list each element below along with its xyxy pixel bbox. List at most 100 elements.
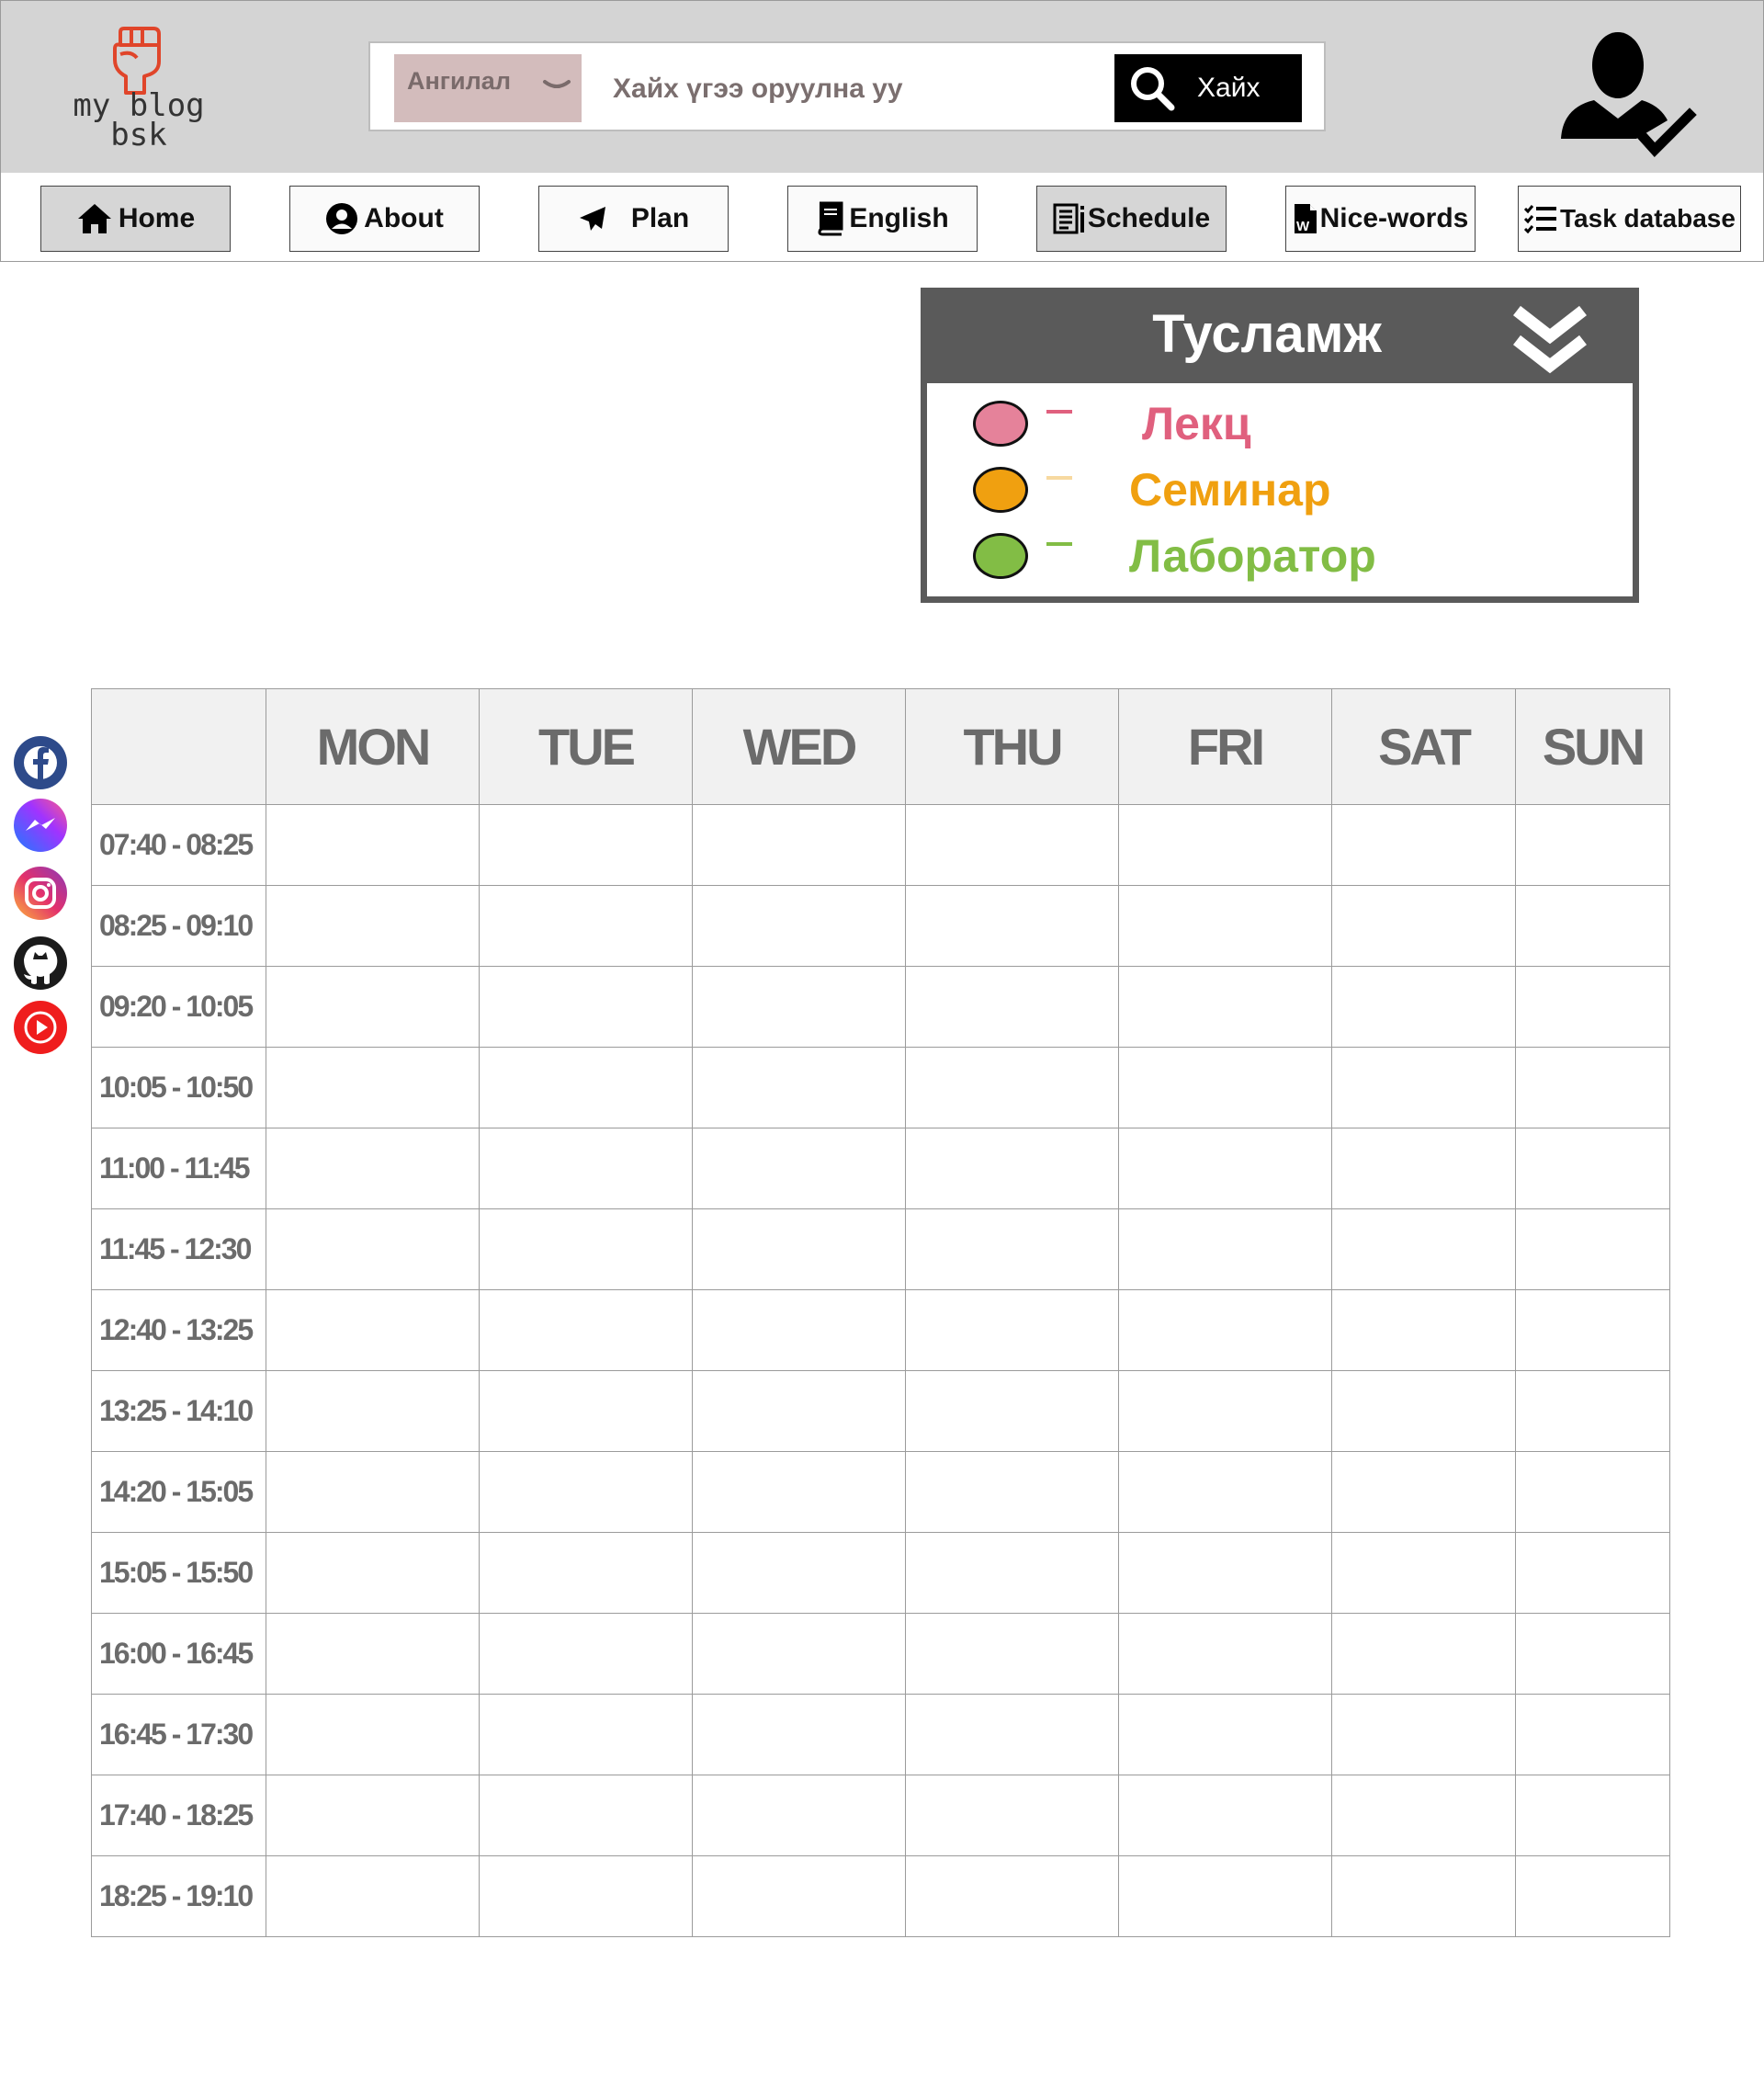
schedule-cell[interactable] (266, 1613, 480, 1695)
schedule-cell[interactable] (1331, 1128, 1516, 1209)
schedule-cell[interactable] (1515, 1694, 1670, 1775)
schedule-cell[interactable] (1515, 1451, 1670, 1533)
schedule-cell[interactable] (1118, 1613, 1332, 1695)
schedule-cell[interactable] (479, 1775, 693, 1856)
schedule-cell[interactable] (479, 1208, 693, 1290)
schedule-cell[interactable] (266, 1855, 480, 1937)
schedule-cell[interactable] (1515, 966, 1670, 1048)
schedule-cell[interactable] (1515, 1532, 1670, 1614)
schedule-cell[interactable] (1331, 1370, 1516, 1452)
nav-item-task-database[interactable]: Task database (1518, 186, 1741, 252)
schedule-cell[interactable] (1515, 1208, 1670, 1290)
schedule-cell[interactable] (479, 1855, 693, 1937)
schedule-cell[interactable] (1118, 1775, 1332, 1856)
schedule-cell[interactable] (692, 804, 906, 886)
schedule-cell[interactable] (905, 1047, 1119, 1128)
schedule-cell[interactable] (1331, 885, 1516, 967)
schedule-cell[interactable] (692, 1370, 906, 1452)
schedule-cell[interactable] (266, 1208, 480, 1290)
schedule-cell[interactable] (266, 1451, 480, 1533)
schedule-cell[interactable] (905, 1370, 1119, 1452)
schedule-cell[interactable] (1331, 966, 1516, 1048)
schedule-cell[interactable] (1118, 1532, 1332, 1614)
schedule-cell[interactable] (692, 1208, 906, 1290)
schedule-cell[interactable] (692, 1775, 906, 1856)
schedule-cell[interactable] (1515, 1289, 1670, 1371)
schedule-cell[interactable] (1515, 1128, 1670, 1209)
nav-item-schedule[interactable]: Schedule (1036, 186, 1227, 252)
schedule-cell[interactable] (266, 1289, 480, 1371)
schedule-cell[interactable] (905, 1208, 1119, 1290)
schedule-cell[interactable] (266, 1694, 480, 1775)
schedule-cell[interactable] (905, 966, 1119, 1048)
schedule-cell[interactable] (266, 1128, 480, 1209)
schedule-cell[interactable] (1515, 1775, 1670, 1856)
schedule-cell[interactable] (1118, 966, 1332, 1048)
schedule-cell[interactable] (1515, 804, 1670, 886)
schedule-cell[interactable] (1118, 1289, 1332, 1371)
schedule-cell[interactable] (1515, 1613, 1670, 1695)
nav-item-home[interactable]: Home (40, 186, 231, 252)
schedule-cell[interactable] (266, 1775, 480, 1856)
schedule-cell[interactable] (905, 804, 1119, 886)
schedule-cell[interactable] (1118, 1451, 1332, 1533)
schedule-cell[interactable] (1118, 1855, 1332, 1937)
schedule-cell[interactable] (905, 1532, 1119, 1614)
schedule-cell[interactable] (1515, 1047, 1670, 1128)
schedule-cell[interactable] (266, 1370, 480, 1452)
schedule-cell[interactable] (266, 1047, 480, 1128)
schedule-cell[interactable] (905, 1855, 1119, 1937)
schedule-cell[interactable] (905, 885, 1119, 967)
schedule-cell[interactable] (479, 1047, 693, 1128)
schedule-cell[interactable] (692, 1694, 906, 1775)
schedule-cell[interactable] (905, 1451, 1119, 1533)
schedule-cell[interactable] (479, 1128, 693, 1209)
schedule-cell[interactable] (266, 885, 480, 967)
schedule-cell[interactable] (692, 1532, 906, 1614)
schedule-cell[interactable] (1515, 1855, 1670, 1937)
schedule-cell[interactable] (479, 1613, 693, 1695)
schedule-cell[interactable] (1118, 1047, 1332, 1128)
schedule-cell[interactable] (1331, 1532, 1516, 1614)
instagram-icon[interactable] (13, 866, 68, 921)
schedule-cell[interactable] (266, 1532, 480, 1614)
schedule-cell[interactable] (1118, 1370, 1332, 1452)
schedule-cell[interactable] (266, 804, 480, 886)
schedule-cell[interactable] (1118, 1208, 1332, 1290)
messenger-icon[interactable] (13, 798, 68, 853)
search-input[interactable] (611, 54, 1092, 124)
facebook-icon[interactable] (13, 735, 68, 790)
schedule-cell[interactable] (1331, 1208, 1516, 1290)
help-panel-header[interactable]: Тусламж (927, 294, 1633, 383)
schedule-cell[interactable] (1331, 1855, 1516, 1937)
search-button[interactable]: Хайх (1114, 54, 1302, 122)
nav-item-english[interactable]: English (787, 186, 978, 252)
schedule-cell[interactable] (479, 1289, 693, 1371)
schedule-cell[interactable] (692, 966, 906, 1048)
schedule-cell[interactable] (905, 1694, 1119, 1775)
schedule-cell[interactable] (692, 1613, 906, 1695)
user-verified-icon[interactable] (1554, 30, 1701, 168)
schedule-cell[interactable] (1118, 1694, 1332, 1775)
schedule-cell[interactable] (479, 804, 693, 886)
schedule-cell[interactable] (1118, 1128, 1332, 1209)
schedule-cell[interactable] (479, 1370, 693, 1452)
double-chevron-down-icon[interactable] (1511, 303, 1589, 377)
nav-item-nice-words[interactable]: W Nice-words (1285, 186, 1476, 252)
schedule-cell[interactable] (692, 1047, 906, 1128)
schedule-cell[interactable] (479, 1694, 693, 1775)
schedule-cell[interactable] (692, 1128, 906, 1209)
nav-item-plan[interactable]: Plan (538, 186, 729, 252)
blog-logo[interactable]: my blog bsk (65, 27, 212, 155)
schedule-cell[interactable] (1515, 885, 1670, 967)
schedule-cell[interactable] (1118, 885, 1332, 967)
schedule-cell[interactable] (1515, 1370, 1670, 1452)
schedule-cell[interactable] (266, 966, 480, 1048)
schedule-cell[interactable] (905, 1775, 1119, 1856)
schedule-cell[interactable] (1331, 1289, 1516, 1371)
schedule-cell[interactable] (692, 885, 906, 967)
schedule-cell[interactable] (1118, 804, 1332, 886)
github-icon[interactable] (13, 936, 68, 991)
schedule-cell[interactable] (1331, 1613, 1516, 1695)
category-dropdown[interactable]: Ангилал (394, 54, 582, 122)
